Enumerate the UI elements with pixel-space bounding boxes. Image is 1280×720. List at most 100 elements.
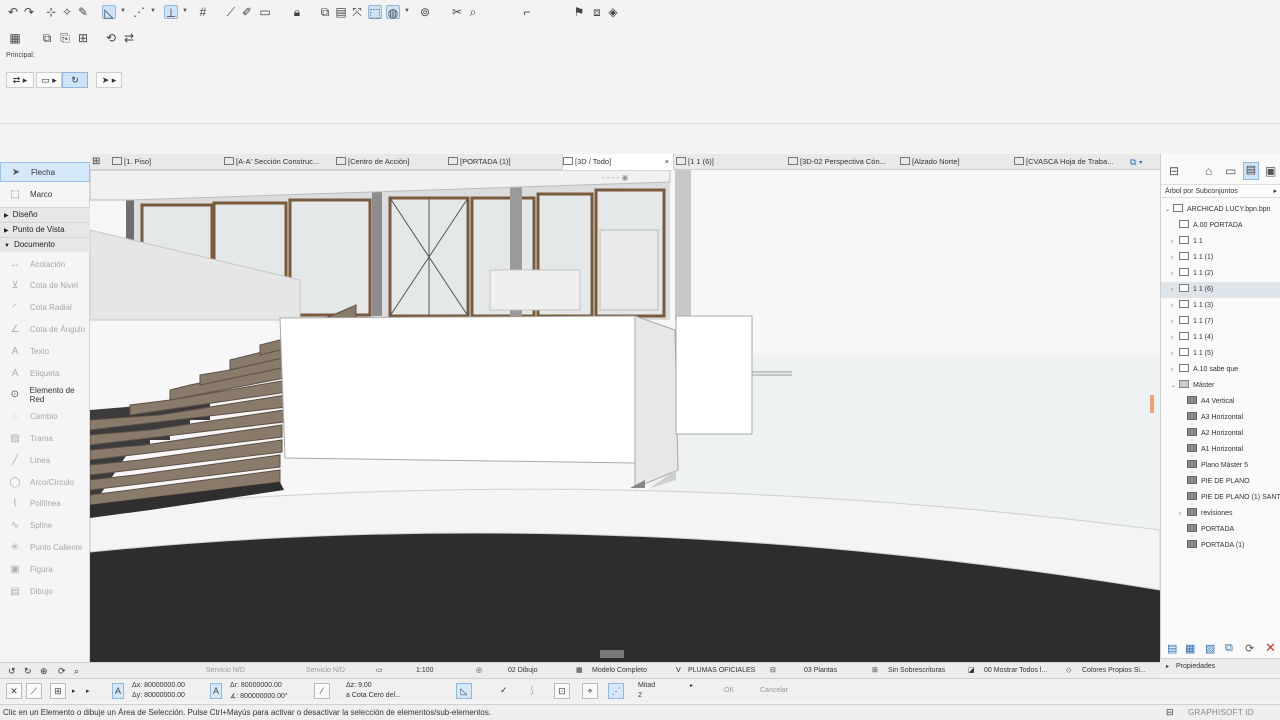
layout-book-icon[interactable]: ▤ <box>1243 162 1259 180</box>
navigator-item[interactable]: Plano Máster 5 <box>1161 458 1280 474</box>
chevron-down-icon[interactable]: ▼ <box>182 8 188 14</box>
update-icon[interactable]: ⟳ <box>1245 642 1254 655</box>
ok-button[interactable]: OK <box>724 687 734 694</box>
3d-view-icon[interactable]: ⬚ <box>368 5 382 20</box>
navigator-item[interactable]: A1 Horizontal <box>1161 442 1280 458</box>
close-icon[interactable]: ✕ <box>6 683 22 699</box>
tab-view-5[interactable]: [1 1 (6)] <box>676 154 786 170</box>
chevron-right-icon[interactable]: › <box>1171 298 1179 314</box>
navigator-item[interactable]: PORTADA (1) <box>1161 538 1280 554</box>
navigator-item[interactable]: › 1 1 (6) <box>1161 282 1280 298</box>
zoom-previous-icon[interactable]: ↺ <box>8 663 16 679</box>
send-receive-icon[interactable]: ⇄ <box>122 31 136 45</box>
chevron-right-icon[interactable]: › <box>1171 250 1179 266</box>
section-icon[interactable]: ⌐ <box>520 5 534 19</box>
eyedropper-icon[interactable]: ✎ <box>76 5 90 19</box>
selection-method-control[interactable]: ⇄ ▸ <box>6 72 34 88</box>
orthogonal-icon[interactable]: ◺ <box>456 683 472 699</box>
orbit-icon[interactable]: ⊚ <box>418 5 432 19</box>
toolbox-section-2[interactable]: ▼ Documento <box>0 237 90 252</box>
delete-icon[interactable]: ✕ <box>1265 640 1276 656</box>
fit-in-window-icon[interactable]: ⌕ <box>74 663 79 679</box>
redo-icon[interactable]: ↷ <box>22 5 36 19</box>
scale-select[interactable]: 1:100 <box>416 663 434 679</box>
undo-icon[interactable]: ↶ <box>6 5 20 19</box>
marquee-shape-control[interactable]: ▭ ▸ <box>36 72 62 88</box>
curve-icon[interactable]: ⟆ <box>530 685 534 696</box>
teamwork-icon[interactable]: ⟲ <box>104 31 118 45</box>
publisher-icon[interactable]: ▣ <box>1265 164 1276 178</box>
dimension-select[interactable]: 03 Plantas <box>804 663 837 679</box>
gravity-icon[interactable]: ⊥ <box>164 5 178 20</box>
view-map-icon[interactable]: ⌂ <box>1205 164 1212 178</box>
tool-change[interactable]: ◌ Cambio <box>0 407 90 427</box>
pan-icon[interactable]: ⟳ <box>58 663 66 679</box>
tool-drawing[interactable]: ▤ Dibujo <box>0 581 90 601</box>
pick-up-parameters-icon[interactable]: ⊹ <box>44 5 58 19</box>
tool-line[interactable]: ╱ Línea <box>0 450 90 470</box>
navigator-item[interactable]: PIE DE PLANO (1) SANTI <box>1161 490 1280 506</box>
tool-hotspot[interactable]: ✳ Punto Caliente <box>0 537 90 557</box>
tab-overview-icon[interactable]: ⊞ <box>92 154 100 170</box>
toolbox-section-0[interactable]: ▶ Diseño <box>0 207 90 222</box>
cancel-button[interactable]: Cancelar <box>760 687 788 694</box>
tool-polyline[interactable]: ⌇ Polilínea <box>0 494 90 514</box>
pencil-icon[interactable]: ✐ <box>240 5 254 19</box>
navigator-mode-select[interactable]: Árbol por Subconjuntos ▸ <box>1161 184 1280 198</box>
project-map-icon[interactable]: ⊟ <box>1169 164 1179 178</box>
layer-combination-select[interactable]: 02 Dibujo <box>508 663 538 679</box>
frame-icon[interactable]: ⊞ <box>76 31 90 45</box>
tool-flecha[interactable]: ➤ Flecha <box>0 162 90 182</box>
new-subset-icon[interactable]: ▧ <box>1205 642 1215 655</box>
chevron-right-icon[interactable]: › <box>1171 234 1179 250</box>
chevron-down-icon[interactable]: ▼ <box>150 8 156 14</box>
navigator-item[interactable]: PORTADA <box>1161 522 1280 538</box>
tool-figure[interactable]: ▣ Figura <box>0 559 90 579</box>
navigator-item[interactable]: › 1 1 (1) <box>1161 250 1280 266</box>
tab-view-1[interactable]: [A-A' Sección Construc... <box>224 154 334 170</box>
tab-view-8[interactable]: [CVASCA Hoja de Traba... <box>1014 154 1126 170</box>
navigator-item[interactable]: › 1 1 (2) <box>1161 266 1280 282</box>
navigator-item[interactable]: › A.10 sabe que <box>1161 362 1280 378</box>
delta-r-readout[interactable]: Δr: 80000000.00 <box>230 682 282 689</box>
chevron-right-icon[interactable]: › <box>1171 314 1179 330</box>
rectangle-icon[interactable]: ▭ <box>258 5 272 19</box>
rotation-control[interactable]: ↻ <box>62 72 88 88</box>
tool-level-dimension[interactable]: ⊻ Cota de Nivel <box>0 276 90 296</box>
navigator-item[interactable]: A2 Horizontal <box>1161 426 1280 442</box>
tab-view-2[interactable]: [Centro de Acción] <box>336 154 446 170</box>
lock-icon[interactable]: 🔒︎ <box>290 5 304 19</box>
navigator-item[interactable]: › revisiones <box>1161 506 1280 522</box>
delta-y-readout[interactable]: Δy: 80000000.00 <box>132 692 185 699</box>
copy-icon[interactable]: ⧉ <box>40 31 54 45</box>
snap-icon[interactable]: ⟋ <box>26 683 42 699</box>
chevron-down-icon[interactable]: ▼ <box>120 8 126 14</box>
tool-dimension[interactable]: ↔ Acotación <box>0 254 90 274</box>
navigator-item[interactable]: A.00 PORTADA <box>1161 218 1280 234</box>
tab-view-0[interactable]: [1. Piso] <box>112 154 222 170</box>
offset-icon[interactable]: ⊡ <box>554 683 570 699</box>
guide-line-icon[interactable]: ◺ <box>102 5 116 20</box>
delta-x-readout[interactable]: Δx: 80000000.00 <box>132 682 185 689</box>
model-view-select[interactable]: Modelo Completo <box>592 663 647 679</box>
new-layout-icon[interactable]: ▤ <box>1167 642 1177 655</box>
folder-icon[interactable]: ▭ <box>1225 164 1236 178</box>
cross-icon[interactable]: ⤧ <box>350 5 364 19</box>
snap-mode-select[interactable]: Mitad <box>638 682 655 689</box>
tab-view-4[interactable]: [3D / Todo] × <box>562 154 674 170</box>
tool-text[interactable]: A Texto <box>0 341 90 361</box>
tool-marco[interactable]: ⬚ Marco <box>0 184 90 204</box>
arrow-options-control[interactable]: ➤ ▸ <box>96 72 122 88</box>
zoom-next-icon[interactable]: ↻ <box>24 663 32 679</box>
zoom-tool-icon[interactable]: ⌕ <box>466 5 480 19</box>
tool-arc[interactable]: ◯ Arco/Círculo <box>0 472 90 492</box>
navigator-item[interactable]: › 1 1 (7) <box>1161 314 1280 330</box>
navigator-item[interactable]: ⌄ Máster <box>1161 378 1280 394</box>
renovation-filter-select[interactable]: 00 Mostrar Todos l... <box>984 663 1047 679</box>
grid-snap-icon[interactable]: # <box>196 5 210 19</box>
layout-icon[interactable]: ▦ <box>8 31 22 45</box>
navigator-item[interactable]: › 1 1 (4) <box>1161 330 1280 346</box>
structure-display-select[interactable]: Colores Propios Si... <box>1082 663 1146 679</box>
tab-list-icon[interactable]: ⧉ ▾ <box>1130 154 1143 170</box>
navigator-item[interactable]: A4 Vertical <box>1161 394 1280 410</box>
